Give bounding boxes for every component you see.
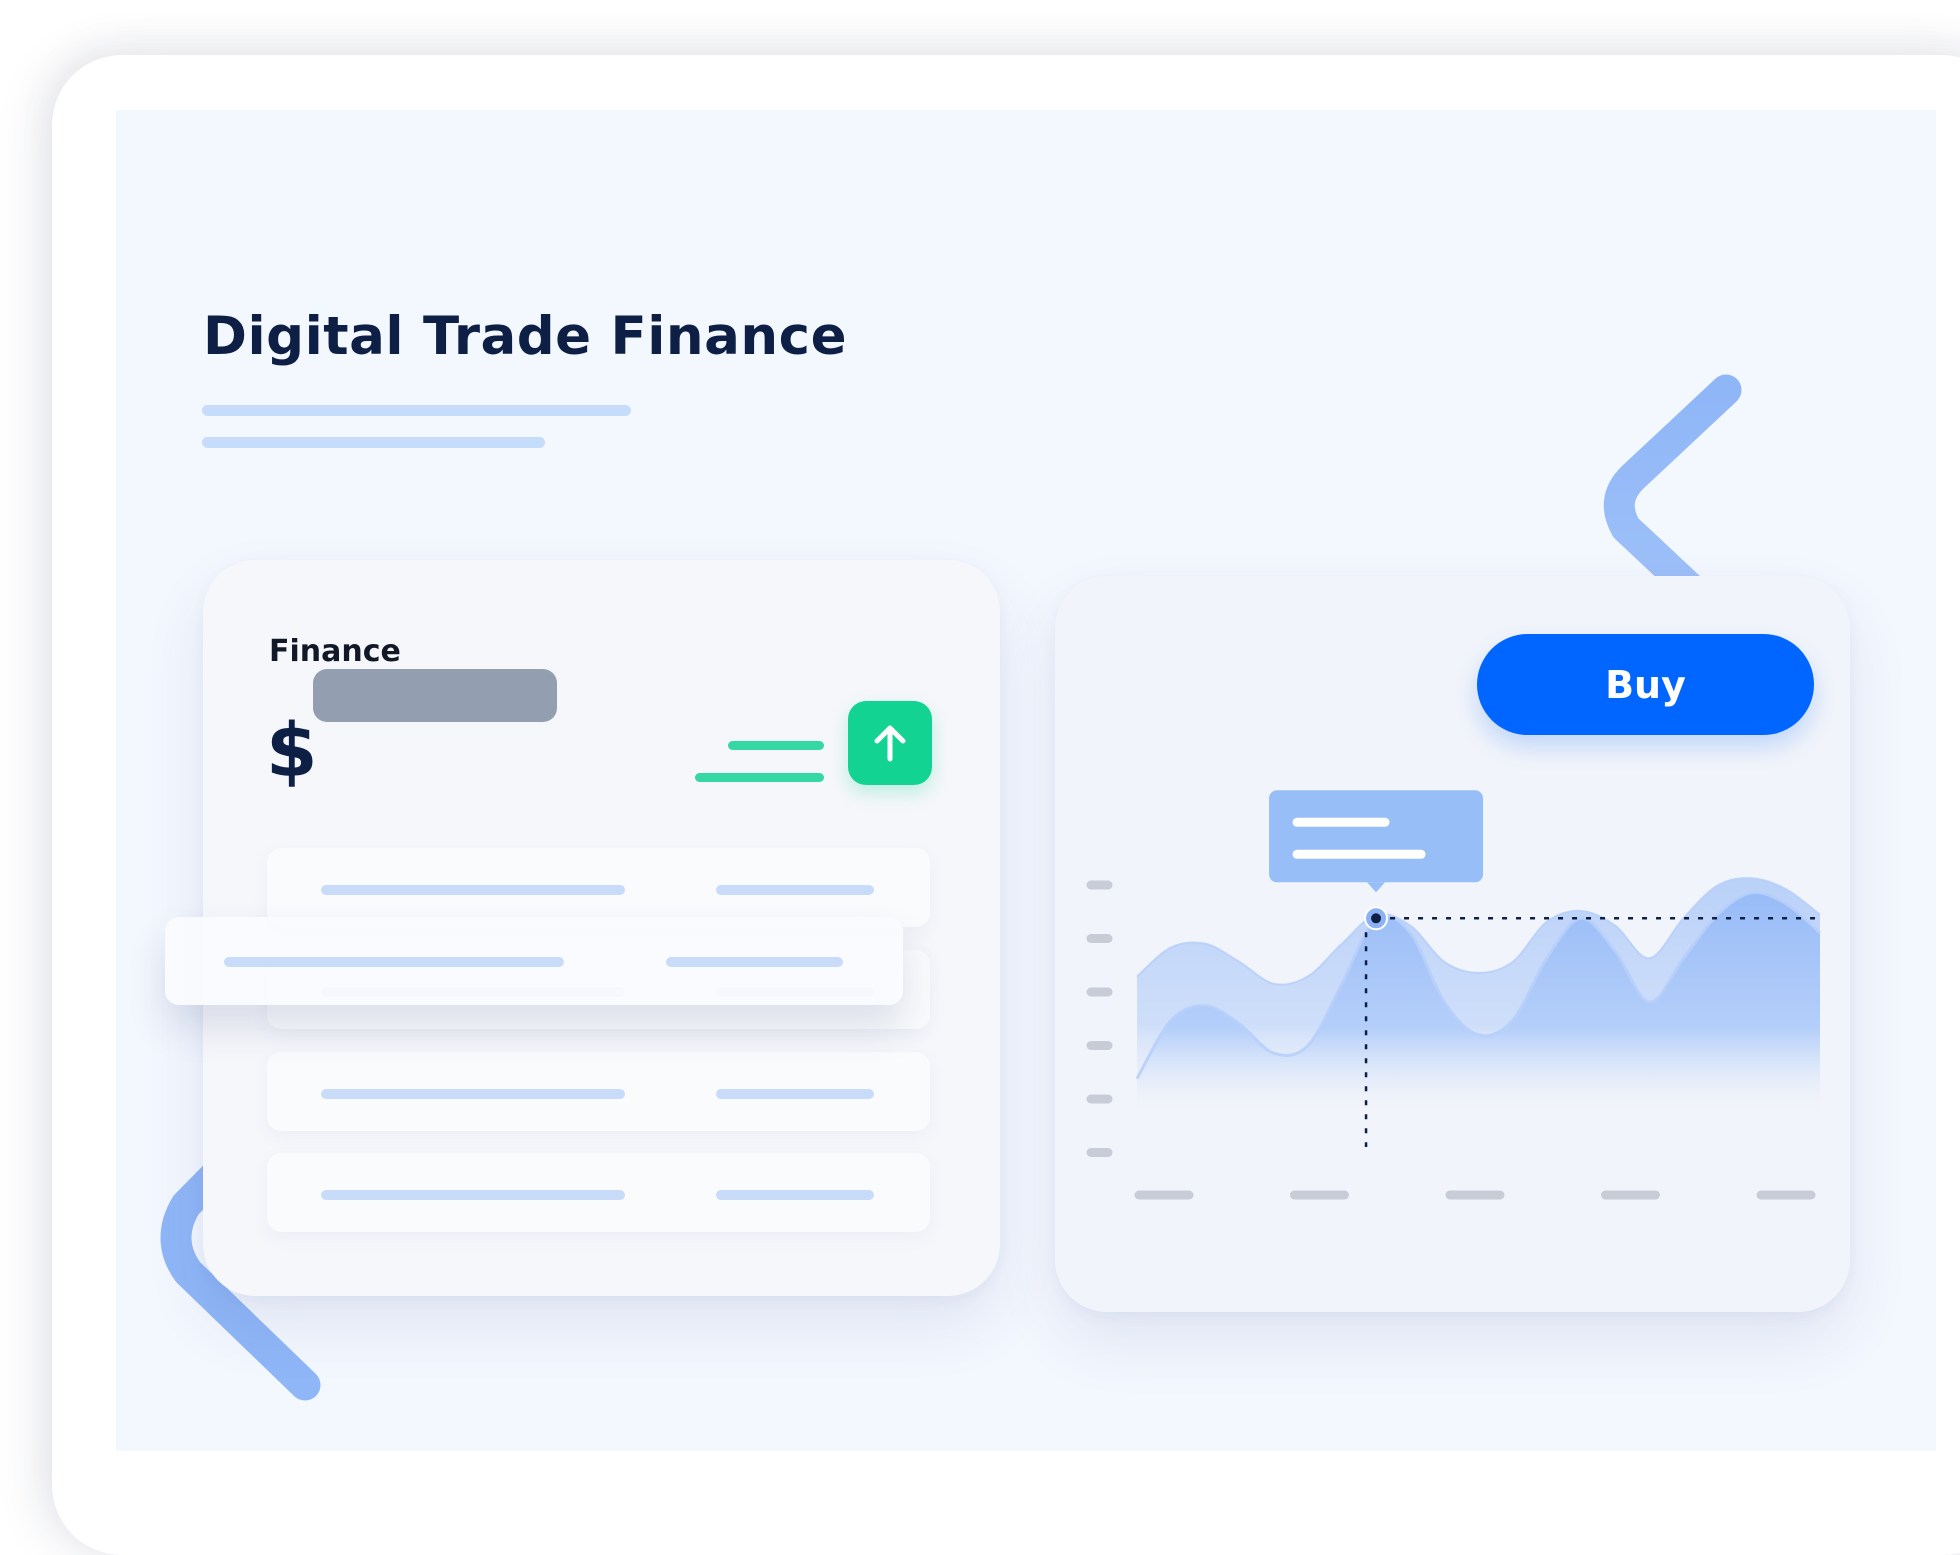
tooltip-bubble — [1269, 790, 1484, 883]
price-chart — [1086, 790, 1821, 1200]
tooltip-pointer — [1367, 882, 1386, 893]
highlight-point — [1371, 913, 1382, 924]
